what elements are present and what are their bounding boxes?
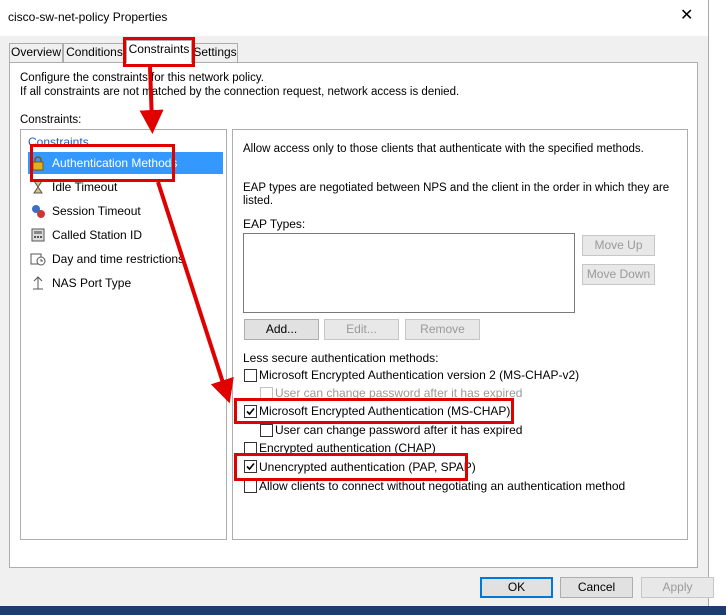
annotation-box-pap-spap: [234, 453, 468, 481]
tab-constraints[interactable]: Constraints: [126, 40, 192, 63]
background-window-edge: [708, 0, 726, 615]
tree-item-label: Called Station ID: [52, 228, 143, 242]
apply-button[interactable]: Apply: [641, 577, 714, 598]
no-auth-method-checkbox[interactable]: [244, 480, 257, 493]
tree-item-nas-port-type[interactable]: NAS Port Type: [28, 272, 223, 294]
ms-chap-v2-checkbox[interactable]: [244, 369, 257, 382]
tab-conditions[interactable]: Conditions: [63, 43, 126, 62]
ms-chap-v2-label: Microsoft Encrypted Authentication versi…: [259, 368, 580, 382]
add-button[interactable]: Add...: [244, 319, 319, 340]
close-icon[interactable]: ✕: [680, 5, 693, 25]
title-bar: cisco-sw-net-policy Properties ✕: [0, 0, 708, 36]
tree-item-label: NAS Port Type: [52, 276, 132, 290]
less-secure-label: Less secure authentication methods:: [243, 351, 439, 365]
details-intro: Allow access only to those clients that …: [243, 143, 644, 155]
taskbar-strip: [0, 606, 726, 615]
tree-item-label: Day and time restrictions: [52, 252, 185, 266]
tree-item-called-station-id[interactable]: Called Station ID: [28, 224, 223, 246]
ms-chap-change-password-checkbox[interactable]: [260, 424, 273, 437]
move-down-button[interactable]: Move Down: [582, 264, 655, 285]
description-line-2: If all constraints are not matched by th…: [20, 86, 460, 98]
calendar-icon: [30, 251, 46, 267]
tree-item-session-timeout[interactable]: Session Timeout: [28, 200, 223, 222]
tree-item-day-and-time-restrictions[interactable]: Day and time restrictions: [28, 248, 223, 270]
annotation-box-ms-chap: [234, 398, 514, 424]
ms-chap-change-password-label: User can change password after it has ex…: [275, 423, 523, 437]
eap-note-line-2: listed.: [243, 195, 274, 207]
edit-button[interactable]: Edit...: [324, 319, 399, 340]
properties-dialog: cisco-sw-net-policy Properties ✕ Overvie…: [0, 0, 714, 615]
eap-types-label: EAP Types:: [243, 217, 306, 231]
network-port-icon: [30, 275, 46, 291]
eap-note-line-1: EAP types are negotiated between NPS and…: [243, 182, 670, 194]
eap-types-list[interactable]: [243, 233, 575, 313]
annotation-box-authentication-methods: [30, 144, 175, 182]
description-line-1: Configure the constraints for this netwo…: [20, 72, 264, 84]
cancel-button[interactable]: Cancel: [560, 577, 633, 598]
ok-button[interactable]: OK: [480, 577, 553, 598]
window-title: cisco-sw-net-policy Properties: [8, 10, 168, 24]
tree-item-label: Session Timeout: [52, 204, 141, 218]
phone-icon: [30, 227, 46, 243]
tab-settings[interactable]: Settings: [192, 43, 238, 62]
constraints-label: Constraints:: [20, 114, 82, 126]
move-up-button[interactable]: Move Up: [582, 235, 655, 256]
no-auth-method-label: Allow clients to connect without negotia…: [259, 479, 626, 493]
remove-button[interactable]: Remove: [405, 319, 480, 340]
tab-overview[interactable]: Overview: [9, 43, 63, 62]
session-timeout-icon: [30, 203, 46, 219]
